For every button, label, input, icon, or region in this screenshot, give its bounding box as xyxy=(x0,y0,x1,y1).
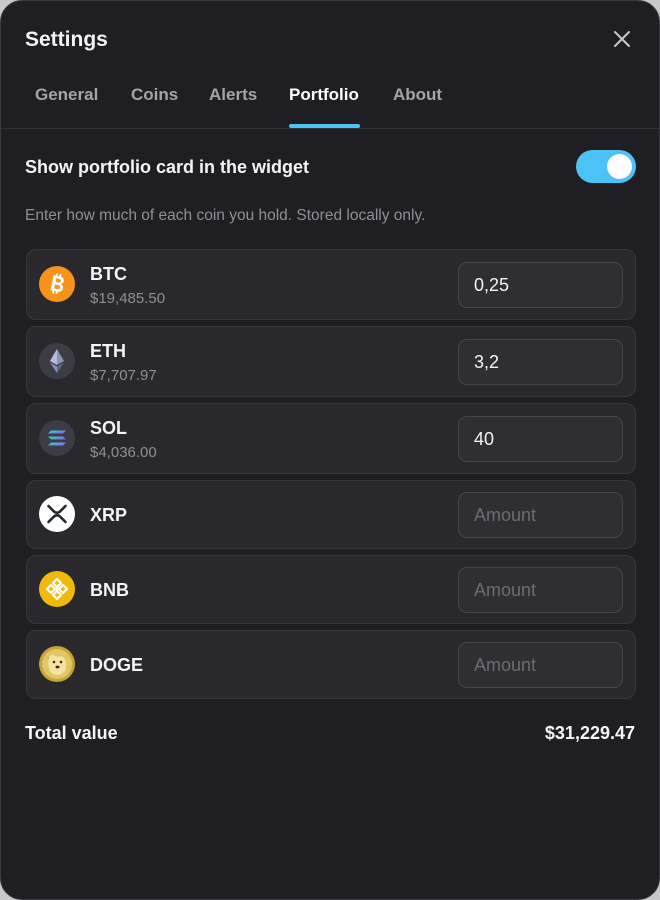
coin-value: $19,485.50 xyxy=(90,290,166,307)
portfolio-toggle-label: Show portfolio card in the widget xyxy=(25,157,309,177)
coin-symbol: ETH xyxy=(90,341,126,361)
tab-alerts[interactable]: Alerts xyxy=(209,85,257,105)
active-tab-indicator xyxy=(289,124,360,128)
coin-value: $4,036.00 xyxy=(90,444,157,461)
eth-amount-input[interactable] xyxy=(458,339,623,385)
coin-value: $7,707.97 xyxy=(90,367,157,384)
coin-row-sol: SOL $4,036.00 xyxy=(26,403,636,474)
coin-symbol: SOL xyxy=(90,418,128,438)
tab-about[interactable]: About xyxy=(393,85,442,105)
xrp-amount-input[interactable] xyxy=(458,492,623,538)
tab-coins[interactable]: Coins xyxy=(131,85,178,105)
xrp-icon xyxy=(39,496,75,532)
coin-row-xrp: XRP xyxy=(26,480,636,549)
btc-amount-input[interactable] xyxy=(458,262,623,308)
coin-symbol: XRP xyxy=(90,505,128,525)
toggle-knob xyxy=(607,154,632,179)
doge-amount-input[interactable] xyxy=(458,642,623,688)
window-title: Settings xyxy=(25,28,108,51)
close-icon xyxy=(614,31,630,47)
coin-row-eth: ETH $7,707.97 xyxy=(26,326,636,397)
bitcoin-icon xyxy=(39,266,75,302)
sol-amount-input[interactable] xyxy=(458,416,623,462)
coin-symbol: BNB xyxy=(90,580,129,600)
ethereum-icon xyxy=(39,343,75,379)
coin-row-btc: BTC $19,485.50 xyxy=(26,249,636,320)
bnb-icon xyxy=(39,571,75,607)
close-button[interactable] xyxy=(611,28,633,50)
coin-row-doge: DOGE xyxy=(26,630,636,699)
total-value-amount: $31,229.47 xyxy=(544,723,635,743)
coin-row-bnb: BNB xyxy=(26,555,636,624)
coin-symbol: BTC xyxy=(90,264,127,284)
coin-symbol: DOGE xyxy=(90,655,144,675)
coin-list: BTC $19,485.50 ETH $7,707.97 xyxy=(26,249,636,705)
tab-portfolio[interactable]: Portfolio xyxy=(289,85,359,105)
tab-general[interactable]: General xyxy=(35,85,98,105)
solana-icon xyxy=(39,420,75,456)
portfolio-hint: Enter how much of each coin you hold. St… xyxy=(25,207,426,224)
portfolio-toggle[interactable] xyxy=(576,150,636,183)
tab-bar: General Coins Alerts Portfolio About xyxy=(1,71,659,129)
dogecoin-icon xyxy=(39,646,75,682)
total-value-label: Total value xyxy=(25,723,118,743)
settings-window: Settings General Coins Alerts Portfolio … xyxy=(0,0,660,900)
bnb-amount-input[interactable] xyxy=(458,567,623,613)
